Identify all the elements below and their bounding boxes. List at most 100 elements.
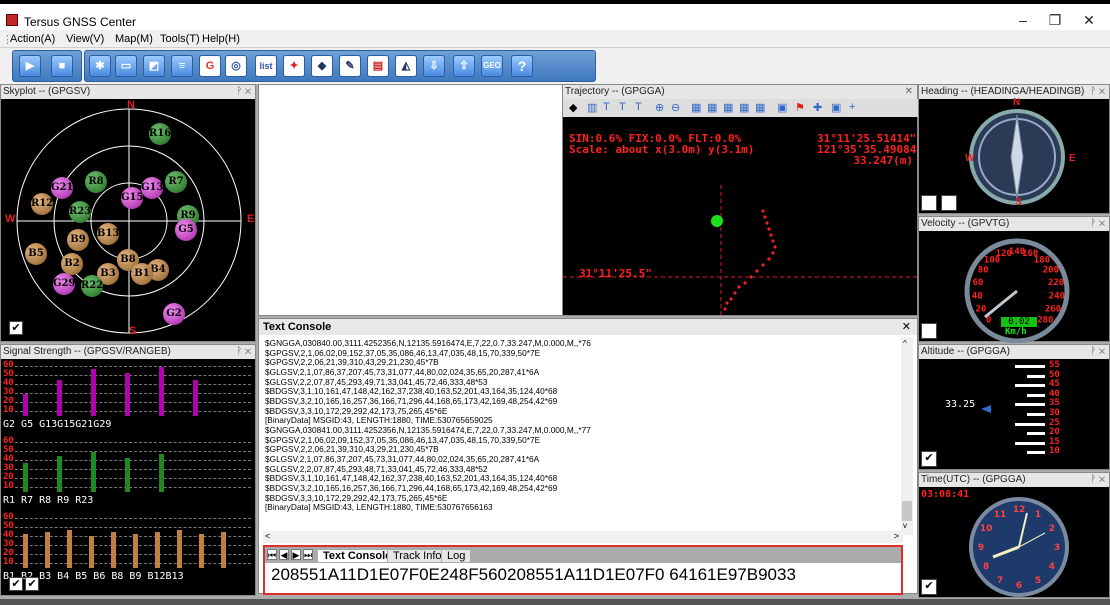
pin-icon[interactable]: ✦ [283, 55, 305, 77]
altitude-tick-bar [1027, 432, 1045, 436]
command-input-text[interactable]: 208551A11D1E07F0E248F560208551A11D1E07F0… [271, 565, 796, 585]
velocity-tick: 180 [1034, 256, 1050, 266]
move-icon[interactable]: ✚ [813, 101, 822, 114]
time-checkbox[interactable]: ✔ [921, 579, 937, 595]
stop-icon[interactable]: ■ [51, 55, 73, 77]
prev-tab-icon[interactable]: ◀ [279, 549, 289, 560]
satellite-r7: R7 [165, 171, 187, 193]
title-bar: Tersus GNSS Center – ❐ ✕ [0, 0, 1110, 30]
tab-text-console[interactable]: Text Console [317, 549, 398, 563]
pin-close-icon[interactable]: ᚹ ✕ [236, 345, 251, 359]
edit-icon[interactable]: ✎ [339, 55, 361, 77]
clock-number: 10 [980, 524, 993, 534]
east-label: E [247, 213, 255, 225]
signal-chart-bds: 60 50 40 30 20 10 B1 B2 B3 B4 B5 B6 B8 B9 B12B… [1, 512, 257, 585]
zoom-in-icon[interactable]: ⊕ [655, 101, 664, 114]
clock-number: 7 [997, 576, 1003, 586]
satellite-b2: B2 [61, 253, 83, 275]
tool-icon-4[interactable]: T [619, 101, 626, 113]
horizontal-scrollbar[interactable]: < > [263, 531, 903, 543]
velocity-checkbox[interactable] [921, 323, 937, 339]
signal-checkbox-2[interactable]: ✔ [25, 577, 39, 591]
list-icon[interactable]: ≡ [171, 55, 193, 77]
tool-icon-12[interactable]: ▣ [831, 101, 841, 114]
clock-number: 2 [1049, 524, 1055, 534]
tab-log[interactable]: Log [441, 549, 472, 563]
last-tab-icon[interactable]: ⏭ [303, 549, 313, 560]
pin-close-icon[interactable]: ᚹ ✕ [1090, 85, 1105, 99]
vertical-scrollbar[interactable]: ^ v [901, 337, 913, 535]
device-icon[interactable]: ▭ [115, 55, 137, 77]
minimize-button[interactable]: – [1008, 12, 1038, 28]
pdf-icon[interactable]: ▤ [367, 55, 389, 77]
signal-icon[interactable]: ◎ [225, 55, 247, 77]
menu-map[interactable]: Map(M) [115, 33, 153, 45]
tool-icon-10[interactable]: ▦ [755, 101, 765, 114]
tool-icon-7[interactable]: ▦ [707, 101, 717, 114]
signal-bar [155, 532, 160, 568]
signal-bar [91, 369, 96, 416]
tab-track-info[interactable]: Track Info [387, 549, 448, 563]
menu-help[interactable]: Help(H) [202, 33, 240, 45]
signal-scale-tick: 10 [3, 557, 14, 567]
velocity-value: 0.02 [1001, 317, 1037, 327]
import-icon[interactable]: ⇩ [423, 55, 445, 77]
chart-icon[interactable]: ◭ [395, 55, 417, 77]
first-tab-icon[interactable]: ⏮ [267, 549, 277, 560]
tool-icon-9[interactable]: ▦ [739, 101, 749, 114]
signal-bar [193, 380, 198, 416]
trajectory-point [755, 269, 759, 273]
zoom-out-icon[interactable]: ⊖ [671, 101, 680, 114]
add-icon[interactable]: + [849, 101, 855, 113]
tool-icon-6[interactable]: ▦ [691, 101, 701, 114]
list-text-icon[interactable]: list [255, 55, 277, 77]
clock-number: 3 [1054, 543, 1060, 553]
heading-checkbox-1[interactable] [921, 195, 937, 211]
geo-button[interactable]: GEO [481, 55, 503, 77]
satellite-b13: B13 [97, 223, 119, 245]
next-tab-icon[interactable]: ▶ [291, 549, 301, 560]
trajectory-point [733, 291, 737, 295]
close-button[interactable]: ✕ [1074, 12, 1104, 29]
signal-checkbox-1[interactable]: ✔ [9, 577, 23, 591]
pin-close-icon[interactable]: ᚹ ✕ [1090, 473, 1105, 487]
signal-bar [159, 454, 164, 492]
trajectory-point [743, 281, 747, 285]
tool-icon-3[interactable]: T [603, 101, 610, 113]
tool-icon-8[interactable]: ▦ [723, 101, 733, 114]
tool-icon-5[interactable]: T [635, 101, 642, 113]
menu-action[interactable]: Action(A) [10, 33, 55, 45]
pin-close-icon[interactable]: ᚹ ✕ [1090, 345, 1105, 359]
trajectory-title: Trajectory -- (GPGGA) ✕ [563, 85, 917, 99]
google-icon[interactable]: G [199, 55, 221, 77]
pin-close-icon[interactable]: ᚹ ✕ [1090, 217, 1105, 231]
pin-close-icon[interactable]: ᚹ ✕ [236, 85, 251, 99]
monitor-icon[interactable]: ◩ [143, 55, 165, 77]
play-icon[interactable]: ▶ [19, 55, 41, 77]
signal-bar [23, 463, 28, 492]
satellite-g21: G21 [51, 177, 73, 199]
tool-icon-2[interactable]: ▥ [587, 101, 597, 114]
altitude-checkbox[interactable]: ✔ [921, 451, 937, 467]
close-icon[interactable]: ✕ [905, 85, 913, 99]
trajectory-axis-label: 31°11'25.5" [579, 267, 652, 280]
heading-checkbox-2[interactable] [941, 195, 957, 211]
tool-icon-11[interactable]: ▣ [777, 101, 787, 114]
satellite-g5: G5 [175, 219, 197, 241]
console-output: $GNGGA,030840.00,3111.4252356,N,12135.59… [265, 339, 895, 527]
skyplot-checkbox[interactable]: ✔ [9, 321, 23, 335]
marker-icon[interactable]: ◆ [311, 55, 333, 77]
close-icon[interactable]: ✕ [902, 319, 911, 335]
tool-icon-1[interactable]: ◆ [569, 101, 577, 114]
command-input-box[interactable]: ⏮ ◀ ▶ ⏭ Text Console Track Info Log 2085… [263, 545, 903, 595]
menu-tools[interactable]: Tools(T) [160, 33, 200, 45]
restore-button[interactable]: ❐ [1040, 12, 1070, 29]
south-label: S [129, 325, 137, 337]
console-title: Text Console ✕ [259, 319, 917, 335]
menu-view[interactable]: View(V) [66, 33, 104, 45]
velocity-tick: 20 [976, 304, 987, 314]
help-button[interactable]: ? [511, 55, 533, 77]
gear-icon[interactable]: ✱ [89, 55, 111, 77]
flag-icon[interactable]: ⚑ [795, 101, 805, 114]
export-icon[interactable]: ⇧ [453, 55, 475, 77]
